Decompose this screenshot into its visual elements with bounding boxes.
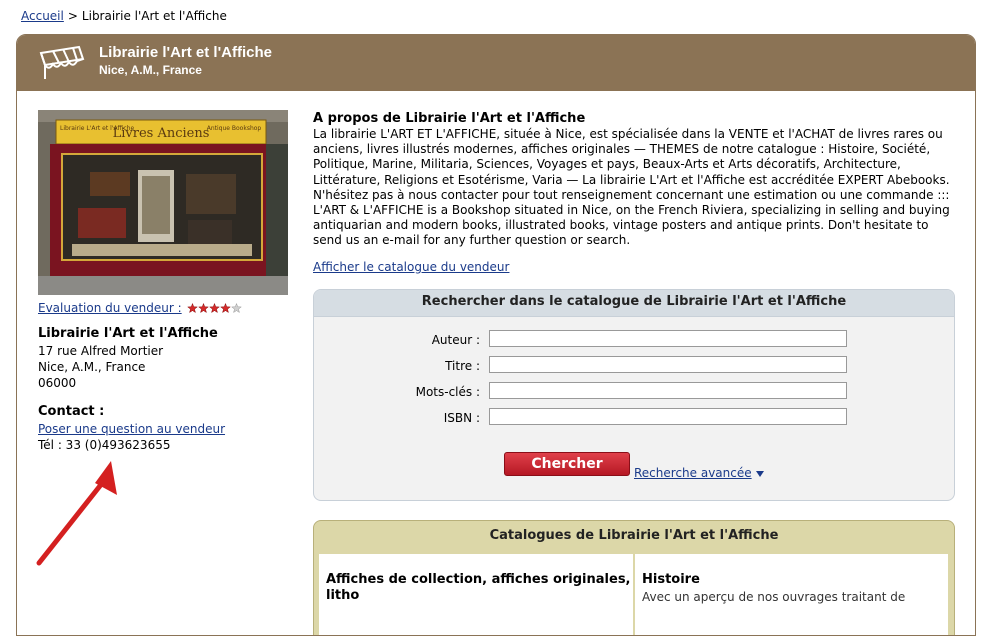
awning-logo-icon xyxy=(39,45,85,79)
seller-panel: Librairie l'Art et l'Affiche Nice, A.M.,… xyxy=(16,34,976,636)
seller-name: Librairie l'Art et l'Affiche xyxy=(38,326,218,341)
catalog-item-title: Affiches de collection, affiches origina… xyxy=(326,572,631,603)
about-text: La librairie L'ART ET L'AFFICHE, située … xyxy=(313,127,950,248)
red-arrow-annotation-icon xyxy=(36,461,117,566)
star-filled-icon xyxy=(187,303,199,314)
storefront-photo: Librairie L'Art et l'Affiche Livres Anci… xyxy=(38,110,288,295)
author-input[interactable] xyxy=(489,330,847,347)
seller-address-zip: 06000 xyxy=(38,376,77,390)
catalog-item[interactable]: Affiches de collection, affiches origina… xyxy=(319,554,633,635)
search-button[interactable]: Chercher xyxy=(504,452,630,476)
title-label: Titre : xyxy=(445,359,480,373)
keywords-input[interactable] xyxy=(489,382,847,399)
contact-heading: Contact : xyxy=(38,404,105,419)
rating-stars-icon xyxy=(187,303,243,314)
store-title: Librairie l'Art et l'Affiche xyxy=(99,44,272,61)
catalog-search-box: Rechercher dans le catalogue de Librairi… xyxy=(313,289,955,501)
star-filled-icon xyxy=(220,303,232,314)
isbn-input[interactable] xyxy=(489,408,847,425)
breadcrumb-separator: > xyxy=(67,9,78,23)
breadcrumb-home-link[interactable]: Accueil xyxy=(21,9,64,23)
show-catalog-link[interactable]: Afficher le catalogue du vendeur xyxy=(313,260,509,274)
star-filled-icon xyxy=(198,303,210,314)
caret-down-icon xyxy=(755,470,764,477)
advanced-search-link[interactable]: Recherche avancée xyxy=(634,466,764,480)
catalog-item[interactable]: Histoire Avec un aperçu de nos ouvrages … xyxy=(635,554,948,635)
isbn-row: ISBN : xyxy=(314,408,954,430)
breadcrumb: Accueil > Librairie l'Art et l'Affiche xyxy=(21,9,227,23)
author-row: Auteur : xyxy=(314,330,954,352)
breadcrumb-current: Librairie l'Art et l'Affiche xyxy=(81,9,227,23)
sign-center-text: Livres Anciens xyxy=(113,126,210,141)
catalogs-box: Catalogues de Librairie l'Art et l'Affic… xyxy=(313,520,955,635)
star-filled-icon xyxy=(209,303,221,314)
star-empty-icon xyxy=(231,303,243,314)
advanced-search-label: Recherche avancée xyxy=(634,466,752,480)
seller-address-street: 17 rue Alfred Mortier xyxy=(38,344,164,358)
title-row: Titre : xyxy=(314,356,954,378)
seller-rating-link[interactable]: Evaluation du vendeur : xyxy=(38,301,182,315)
search-title: Rechercher dans le catalogue de Librairi… xyxy=(314,290,954,317)
seller-phone: Tél : 33 (0)493623655 xyxy=(38,438,171,452)
seller-rating: Evaluation du vendeur : xyxy=(38,301,243,315)
catalog-item-desc: Avec un aperçu de nos ouvrages traitant … xyxy=(642,590,906,604)
seller-address-city: Nice, A.M., France xyxy=(38,360,146,374)
ask-seller-link[interactable]: Poser une question au vendeur xyxy=(38,422,225,436)
about-title: A propos de Librairie l'Art et l'Affiche xyxy=(313,111,586,126)
about-section: A propos de Librairie l'Art et l'Affiche… xyxy=(313,111,955,249)
store-location: Nice, A.M., France xyxy=(99,63,202,77)
isbn-label: ISBN : xyxy=(443,411,480,425)
catalog-item-title: Histoire xyxy=(642,572,700,587)
author-label: Auteur : xyxy=(431,333,480,347)
keywords-label: Mots-clés : xyxy=(415,385,480,399)
catalogs-title: Catalogues de Librairie l'Art et l'Affic… xyxy=(489,528,779,543)
title-input[interactable] xyxy=(489,356,847,373)
seller-header: Librairie l'Art et l'Affiche Nice, A.M.,… xyxy=(17,35,975,91)
sign-right-text: Antique Bookshop xyxy=(207,125,262,132)
keywords-row: Mots-clés : xyxy=(314,382,954,404)
